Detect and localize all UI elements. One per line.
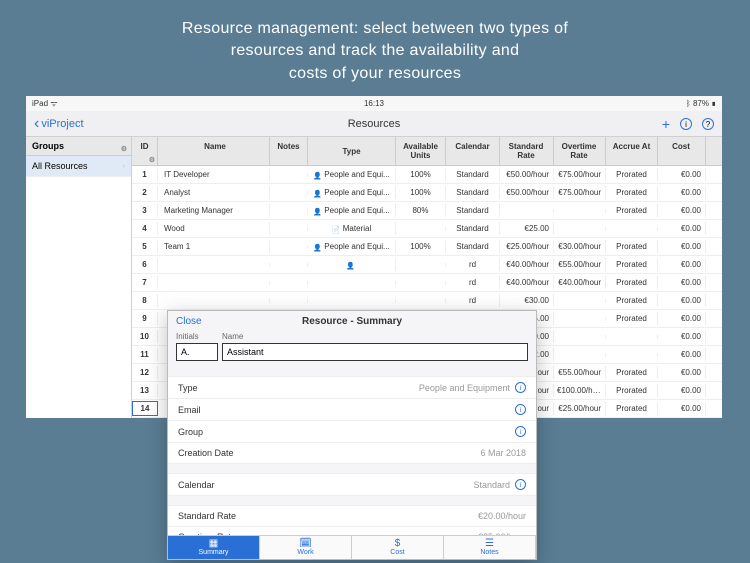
material-icon (332, 225, 340, 233)
page-title: Resources (348, 118, 401, 130)
person-icon (313, 171, 321, 179)
table-row[interactable]: 6rd€40.00/hour€55.00/hourProrated€0.00 (132, 256, 722, 274)
table-row[interactable]: 4WoodMaterialStandard€25.00€0.00 (132, 220, 722, 238)
field-row[interactable]: Group i (168, 421, 536, 443)
initials-label: Initials (176, 332, 218, 341)
gear-icon[interactable]: ⚙ (149, 156, 155, 164)
chevron-right-icon: › (123, 163, 125, 170)
person-icon (313, 189, 321, 197)
grid-header: ID⚙ Name Notes Type Available Units Cale… (132, 137, 722, 166)
name-input[interactable] (222, 343, 528, 361)
chevron-left-icon: ‹ (34, 115, 39, 133)
tab-notes[interactable]: ☰Notes (444, 536, 536, 559)
add-button[interactable] (662, 116, 670, 132)
info-icon[interactable]: i (515, 382, 526, 393)
field-row[interactable]: Standard Rate€20.00/hour (168, 506, 536, 527)
modal-title: Resource - Summary (302, 316, 402, 327)
info-icon[interactable]: i (515, 426, 526, 437)
tab-work[interactable]: 🗓Work (260, 536, 352, 559)
name-label: Name (222, 332, 243, 341)
tab-icon: 🗓 (260, 539, 351, 549)
table-row[interactable]: 3Marketing ManagerPeople and Equi...80%S… (132, 202, 722, 220)
tab-icon: ☰ (444, 539, 535, 549)
table-row[interactable]: 8rd€30.00Prorated€0.00 (132, 292, 722, 310)
sidebar-item-all-resources[interactable]: All Resources › (26, 156, 131, 177)
help-button[interactable]: ? (702, 118, 714, 130)
back-button[interactable]: ‹ viProject (34, 115, 84, 133)
nav-bar: ‹ viProject Resources i ? (26, 111, 722, 137)
tab-icon: $ (352, 539, 443, 549)
table-row[interactable]: 1IT DeveloperPeople and Equi...100%Stand… (132, 166, 722, 184)
tab-summary[interactable]: ▦Summary (168, 536, 260, 559)
table-row[interactable]: 7rd€40.00/hour€40.00/hourProrated€0.00 (132, 274, 722, 292)
info-icon[interactable]: i (515, 404, 526, 415)
tab-cost[interactable]: $Cost (352, 536, 444, 559)
table-row[interactable]: 2AnalystPeople and Equi...100%Standard€5… (132, 184, 722, 202)
person-icon (313, 243, 321, 251)
sidebar-header: Groups ⚙ (26, 137, 131, 156)
field-row[interactable]: TypePeople and Equipment i (168, 377, 536, 399)
sidebar: Groups ⚙ All Resources › (26, 137, 132, 418)
field-row[interactable]: Email i (168, 399, 536, 421)
close-button[interactable]: Close (176, 316, 202, 327)
info-button[interactable]: i (680, 118, 692, 130)
modal-tabs: ▦Summary🗓Work$Cost☰Notes (168, 535, 536, 559)
marketing-banner: Resource management: select between two … (0, 0, 750, 97)
status-bar: iPad ᯤ 16:13 ᛒ 87% ▮ (26, 96, 722, 111)
person-icon (313, 207, 321, 215)
table-row[interactable]: 5Team 1People and Equi...100%Standard€25… (132, 238, 722, 256)
person-icon (346, 261, 354, 269)
resource-summary-modal: Close Resource - Summary Initials Name T… (167, 310, 537, 560)
field-row[interactable]: CalendarStandard i (168, 474, 536, 496)
info-icon[interactable]: i (515, 479, 526, 490)
tab-icon: ▦ (168, 539, 259, 549)
field-row[interactable]: Creation Date6 Mar 2018 (168, 443, 536, 464)
gear-icon[interactable]: ⚙ (121, 145, 127, 153)
initials-input[interactable] (176, 343, 218, 361)
